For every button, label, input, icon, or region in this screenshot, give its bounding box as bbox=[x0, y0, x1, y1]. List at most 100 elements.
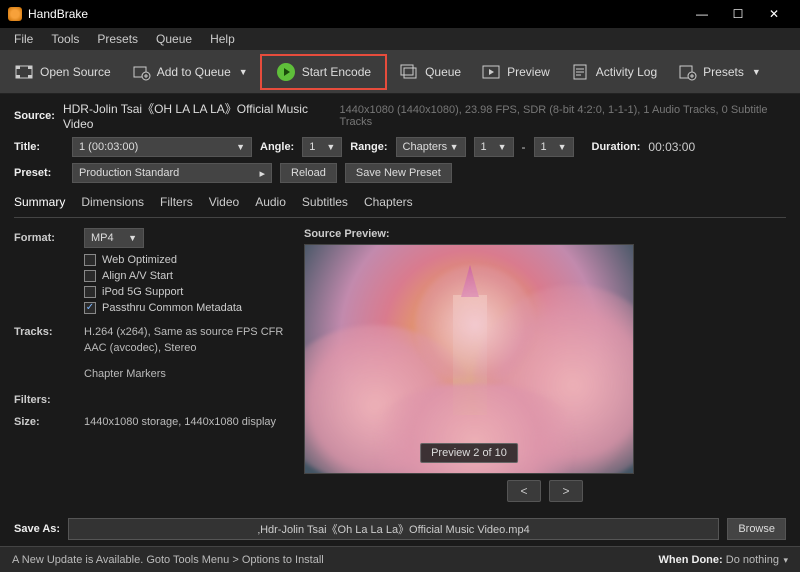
size-label: Size: bbox=[14, 416, 84, 428]
range-label: Range: bbox=[350, 141, 387, 153]
preview-button[interactable]: Preview bbox=[473, 58, 558, 86]
open-source-label: Open Source bbox=[40, 65, 111, 79]
preview-image: Preview 2 of 10 bbox=[304, 244, 634, 474]
menubar: File Tools Presets Queue Help bbox=[0, 28, 800, 50]
menu-queue[interactable]: Queue bbox=[148, 30, 200, 48]
when-done-label: When Done: bbox=[659, 554, 723, 566]
maximize-button[interactable]: ☐ bbox=[720, 7, 756, 21]
title-value: 1 (00:03:00) bbox=[79, 141, 138, 153]
track-audio: AAC (avcodec), Stereo bbox=[84, 342, 284, 354]
size-value: 1440x1080 storage, 1440x1080 display bbox=[84, 416, 276, 428]
queue-button[interactable]: Queue bbox=[391, 58, 469, 86]
presets-label: Presets bbox=[703, 65, 744, 79]
tab-dimensions[interactable]: Dimensions bbox=[81, 195, 144, 213]
track-chapters: Chapter Markers bbox=[84, 368, 284, 380]
queue-icon bbox=[399, 62, 419, 82]
format-label: Format: bbox=[14, 232, 84, 244]
queue-label: Queue bbox=[425, 65, 461, 79]
passthru-metadata-checkbox[interactable]: Passthru Common Metadata bbox=[84, 302, 284, 314]
preview-icon bbox=[481, 62, 501, 82]
close-button[interactable]: ✕ bbox=[756, 7, 792, 21]
format-value: MP4 bbox=[91, 232, 114, 244]
tab-filters[interactable]: Filters bbox=[160, 195, 193, 213]
title-label: Title: bbox=[14, 141, 64, 153]
ipod-checkbox[interactable]: iPod 5G Support bbox=[84, 286, 284, 298]
preview-label: Preview bbox=[507, 65, 550, 79]
tab-summary[interactable]: Summary bbox=[14, 195, 65, 213]
range-type: Chapters bbox=[403, 141, 448, 153]
minimize-button[interactable]: — bbox=[684, 7, 720, 21]
source-name: HDR-Jolin Tsai《OH LA LA LA》Official Musi… bbox=[63, 100, 332, 131]
track-video: H.264 (x264), Same as source FPS CFR bbox=[84, 326, 284, 338]
titlebar: HandBrake — ☐ ✕ bbox=[0, 0, 800, 28]
menu-help[interactable]: Help bbox=[202, 30, 243, 48]
menu-presets[interactable]: Presets bbox=[89, 30, 146, 48]
web-optimized-checkbox[interactable]: Web Optimized bbox=[84, 254, 284, 266]
add-queue-icon bbox=[131, 62, 151, 82]
range-to: 1 bbox=[541, 141, 547, 153]
tab-chapters[interactable]: Chapters bbox=[364, 195, 413, 213]
reload-button[interactable]: Reload bbox=[280, 163, 337, 183]
preview-next-button[interactable]: > bbox=[549, 480, 583, 502]
add-queue-button[interactable]: Add to Queue ▼ bbox=[123, 58, 256, 86]
menu-tools[interactable]: Tools bbox=[43, 30, 87, 48]
align-av-checkbox[interactable]: Align A/V Start bbox=[84, 270, 284, 282]
add-queue-label: Add to Queue bbox=[157, 65, 231, 79]
checkbox-icon bbox=[84, 270, 96, 282]
statusbar: A New Update is Available. Goto Tools Me… bbox=[0, 546, 800, 572]
activity-log-label: Activity Log bbox=[596, 65, 657, 79]
start-encode-button[interactable]: Start Encode bbox=[260, 54, 387, 90]
status-message: A New Update is Available. Goto Tools Me… bbox=[12, 554, 324, 566]
range-from: 1 bbox=[481, 141, 487, 153]
checkbox-icon bbox=[84, 286, 96, 298]
open-source-button[interactable]: Open Source bbox=[6, 58, 119, 86]
tab-video[interactable]: Video bbox=[209, 195, 239, 213]
preset-select[interactable]: Production Standard▸ bbox=[72, 163, 272, 183]
chevron-down-icon: ▾ bbox=[781, 555, 788, 565]
menu-file[interactable]: File bbox=[6, 30, 41, 48]
tab-audio[interactable]: Audio bbox=[255, 195, 286, 213]
play-icon bbox=[276, 62, 296, 82]
range-from-select[interactable]: 1▼ bbox=[474, 137, 514, 157]
duration-label: Duration: bbox=[592, 141, 641, 153]
tabs: Summary Dimensions Filters Video Audio S… bbox=[14, 189, 786, 218]
range-type-select[interactable]: Chapters▼ bbox=[396, 137, 466, 157]
checkbox-icon bbox=[84, 254, 96, 266]
tab-subtitles[interactable]: Subtitles bbox=[302, 195, 348, 213]
preview-title: Source Preview: bbox=[304, 228, 786, 240]
saveas-input[interactable]: ‚Hdr-Jolin Tsai《Oh La La La》Official Mus… bbox=[68, 518, 719, 540]
when-done-select[interactable]: Do nothing ▾ bbox=[726, 554, 788, 566]
start-encode-label: Start Encode bbox=[302, 65, 371, 79]
activity-log-button[interactable]: Activity Log bbox=[562, 58, 665, 86]
tracks-label: Tracks: bbox=[14, 326, 84, 338]
content: Source: HDR-Jolin Tsai《OH LA LA LA》Offic… bbox=[0, 94, 800, 508]
checkbox-icon bbox=[84, 302, 96, 314]
preview-position: Preview 2 of 10 bbox=[420, 443, 518, 463]
angle-select[interactable]: 1▼ bbox=[302, 137, 342, 157]
chevron-down-icon: ▼ bbox=[752, 67, 761, 77]
range-to-select[interactable]: 1▼ bbox=[534, 137, 574, 157]
preset-value: Production Standard bbox=[79, 167, 179, 179]
saveas-label: Save As: bbox=[14, 523, 60, 535]
format-select[interactable]: MP4▼ bbox=[84, 228, 144, 248]
source-label: Source: bbox=[14, 110, 55, 122]
save-new-preset-button[interactable]: Save New Preset bbox=[345, 163, 452, 183]
range-sep: - bbox=[522, 140, 526, 154]
log-icon bbox=[570, 62, 590, 82]
preset-label: Preset: bbox=[14, 167, 64, 179]
chevron-down-icon: ▼ bbox=[239, 67, 248, 77]
title-select[interactable]: 1 (00:03:00)▼ bbox=[72, 137, 252, 157]
window-title: HandBrake bbox=[28, 7, 684, 21]
presets-icon bbox=[677, 62, 697, 82]
angle-value: 1 bbox=[309, 141, 315, 153]
preview-prev-button[interactable]: < bbox=[507, 480, 541, 502]
angle-label: Angle: bbox=[260, 141, 294, 153]
toolbar: Open Source Add to Queue ▼ Start Encode … bbox=[0, 50, 800, 94]
filters-label: Filters: bbox=[14, 394, 84, 406]
presets-button[interactable]: Presets ▼ bbox=[669, 58, 769, 86]
duration-value: 00:03:00 bbox=[648, 140, 695, 154]
browse-button[interactable]: Browse bbox=[727, 518, 786, 540]
handbrake-icon bbox=[8, 7, 22, 21]
source-meta: 1440x1080 (1440x1080), 23.98 FPS, SDR (8… bbox=[340, 104, 786, 128]
film-icon bbox=[14, 62, 34, 82]
